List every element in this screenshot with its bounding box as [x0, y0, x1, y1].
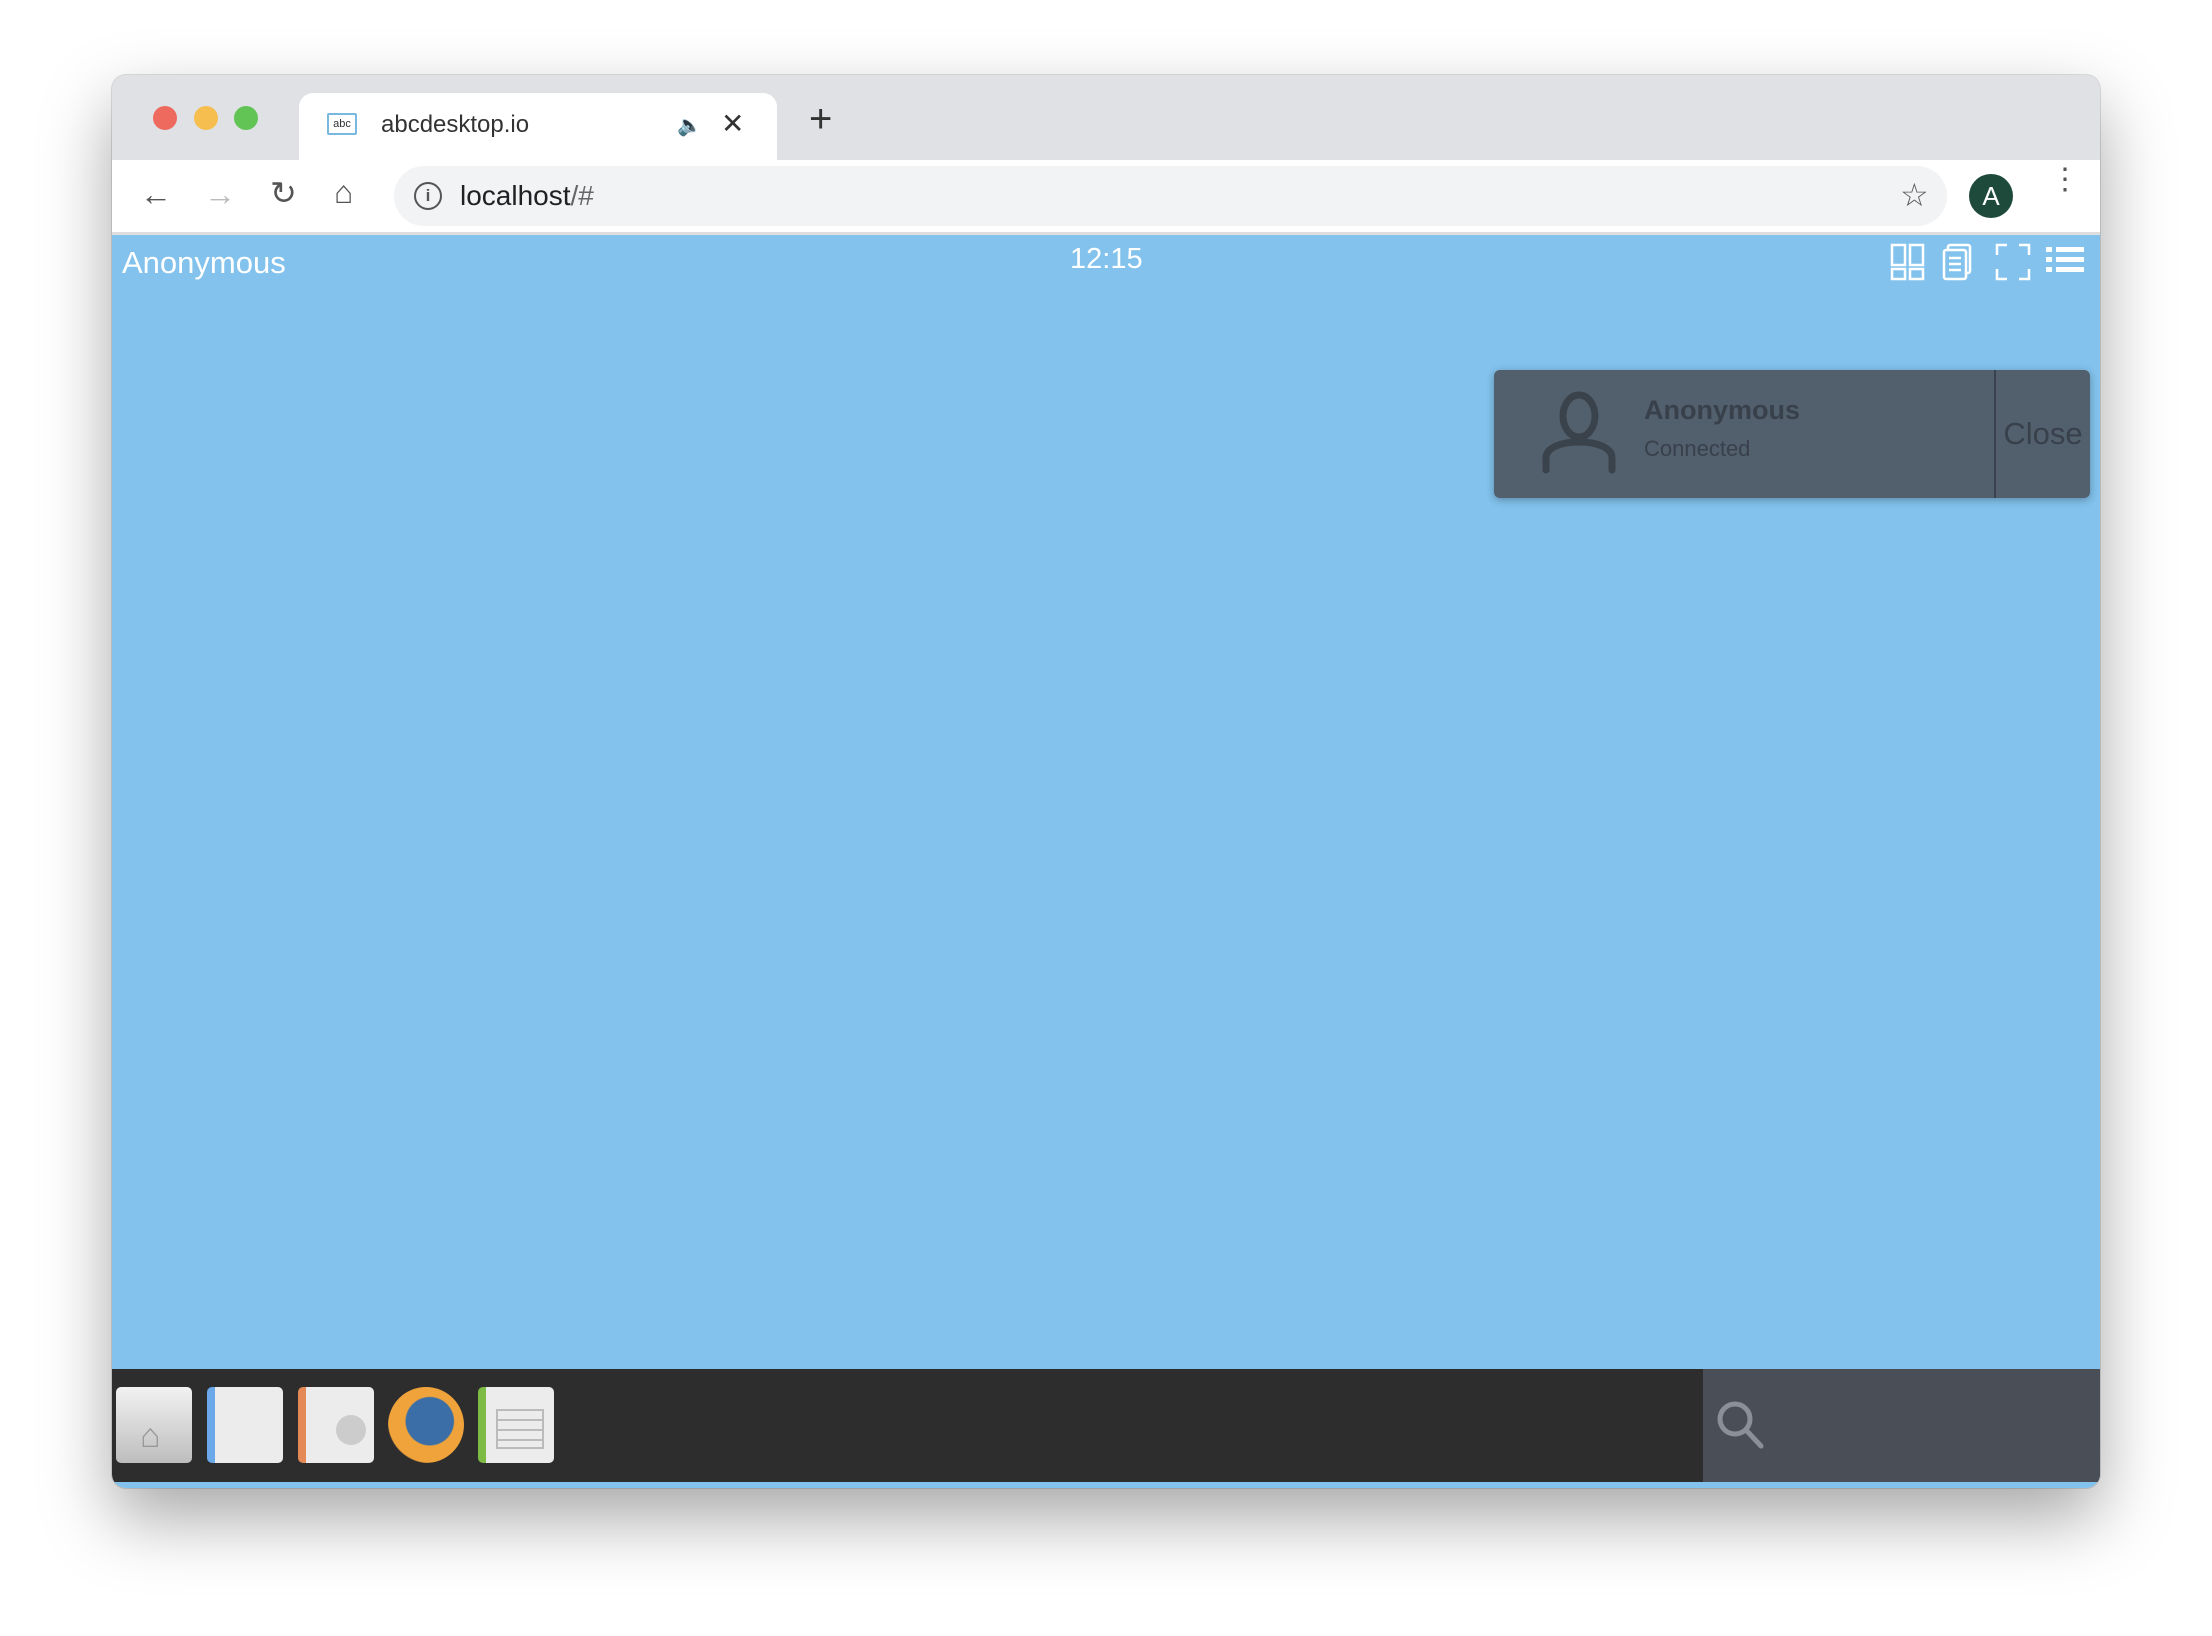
notification-status: Connected: [1644, 436, 1751, 461]
impress-app-icon[interactable]: [298, 1387, 374, 1463]
speaker-icon[interactable]: 🔈: [677, 113, 702, 138]
url-path: /#: [570, 180, 594, 211]
home-folder-app-icon[interactable]: ⌂: [116, 1387, 192, 1463]
grid-view-icon[interactable]: [1890, 243, 1926, 281]
close-window-button[interactable]: [153, 106, 177, 130]
clock: 12:15: [1070, 243, 1143, 275]
documents-icon[interactable]: [1942, 243, 1972, 281]
notification-user-name: Anonymous: [1644, 395, 1801, 425]
list-menu-icon[interactable]: [2046, 245, 2084, 275]
browser-window: abc abcdesktop.io 🔈 ✕ + ← → ↻ ⌂ i localh…: [112, 75, 2100, 1488]
writer-app-icon[interactable]: [207, 1387, 283, 1463]
forward-icon[interactable]: →: [204, 176, 236, 213]
address-bar[interactable]: i localhost/# ☆: [394, 166, 1947, 226]
search-panel[interactable]: [1703, 1369, 2100, 1482]
house-icon: ⌂: [140, 1417, 161, 1455]
menu-icon[interactable]: ⋮: [2050, 165, 2080, 195]
tab-title: abcdesktop.io: [381, 111, 530, 138]
reload-icon[interactable]: ↻: [270, 174, 297, 212]
back-icon[interactable]: ←: [140, 176, 172, 213]
person-icon: [1542, 391, 1616, 474]
home-icon[interactable]: ⌂: [334, 174, 353, 211]
tab-close-icon[interactable]: ✕: [721, 107, 744, 140]
minimize-window-button[interactable]: [194, 106, 218, 130]
dock: ⌂: [112, 1369, 2100, 1482]
user-name[interactable]: Anonymous: [122, 245, 286, 281]
search-icon[interactable]: [1715, 1399, 1765, 1451]
bookmark-star-icon[interactable]: ☆: [1900, 176, 1929, 214]
new-tab-button[interactable]: +: [809, 97, 832, 142]
notification-close-button[interactable]: Close: [1994, 370, 2090, 498]
info-icon[interactable]: i: [414, 182, 442, 210]
browser-tab[interactable]: abc abcdesktop.io 🔈 ✕: [299, 93, 777, 160]
fullscreen-icon[interactable]: [1995, 243, 2031, 281]
calc-app-icon[interactable]: [478, 1387, 554, 1463]
browser-toolbar: ← → ↻ ⌂ i localhost/# ☆ A ⋮: [112, 160, 2100, 234]
maximize-window-button[interactable]: [234, 106, 258, 130]
favicon-icon: abc: [327, 113, 357, 135]
pie-chart-icon: [336, 1415, 366, 1445]
spreadsheet-grid-icon: [496, 1409, 544, 1449]
url-host: localhost: [460, 180, 571, 211]
user-notification: Anonymous Connected Close: [1494, 370, 2090, 498]
desktop: Anonymous 12:15 Anonymous Connected Clos…: [112, 235, 2100, 1488]
firefox-app-icon[interactable]: [388, 1387, 464, 1463]
profile-avatar[interactable]: A: [1969, 174, 2013, 218]
